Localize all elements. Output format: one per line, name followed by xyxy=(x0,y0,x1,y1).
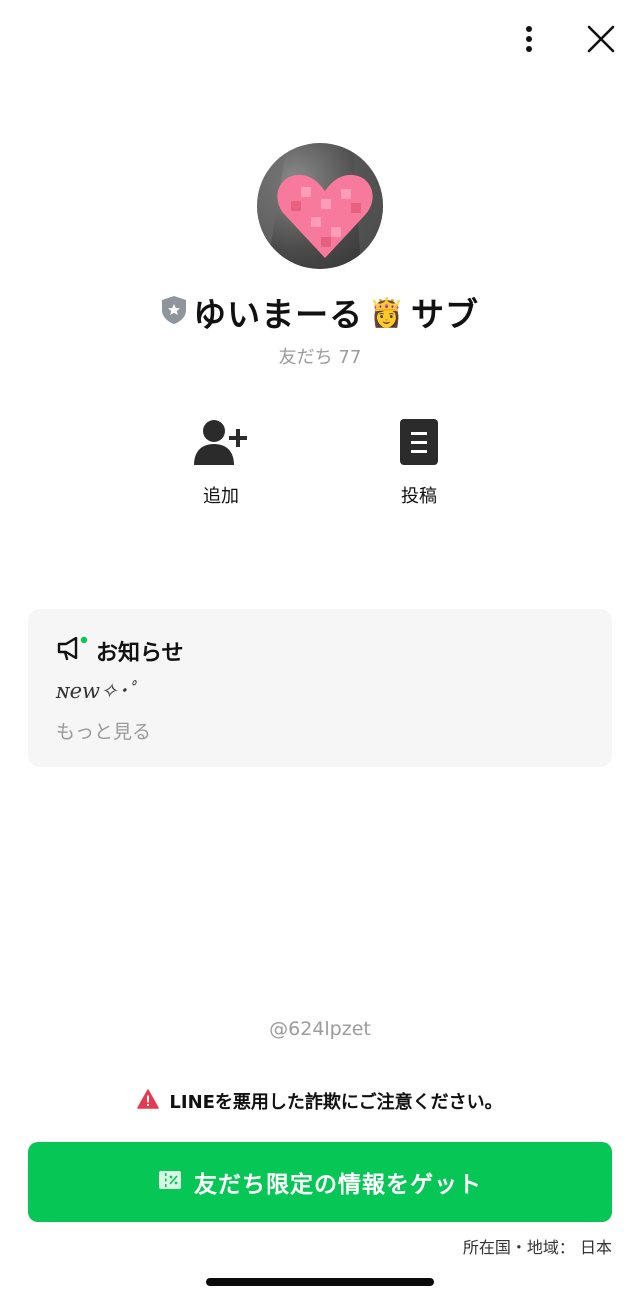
profile-name: ゆいまーる xyxy=(193,295,364,334)
coupon-icon xyxy=(158,1170,182,1194)
friends-count[interactable]: 友だち 77 xyxy=(0,343,640,369)
fraud-warning[interactable]: LINEを悪用した詐欺にご注意ください。 xyxy=(0,1088,640,1114)
notice-body: ɴew✧･ﾟ xyxy=(56,679,139,703)
posts-button[interactable]: 投稿 xyxy=(364,418,474,508)
top-actions xyxy=(512,22,618,56)
get-info-label: 友だち限定の情報をゲット xyxy=(194,1172,482,1198)
notice-more-link[interactable]: もっと見る xyxy=(56,717,151,744)
vertical-dots-icon[interactable] xyxy=(512,22,546,56)
notice-card[interactable]: お知らせ ɴew✧･ﾟ もっと見る xyxy=(28,609,612,767)
close-icon[interactable] xyxy=(584,22,618,56)
add-friend-label: 追加 xyxy=(203,486,239,507)
posts-label: 投稿 xyxy=(401,486,437,507)
home-indicator[interactable] xyxy=(206,1278,434,1286)
posts-icon xyxy=(399,418,439,470)
crown-emoji: 👸 xyxy=(369,295,405,329)
notice-header: お知らせ xyxy=(56,635,584,667)
profile-name-suffix: サブ xyxy=(410,295,479,334)
line-id: @624lpzet xyxy=(269,1018,371,1040)
profile-name-row: ゆいまーる 👸 サブ xyxy=(0,288,640,336)
add-friend-button[interactable]: 追加 xyxy=(166,418,276,508)
warning-icon xyxy=(137,1089,160,1113)
shield-badge-icon xyxy=(161,295,187,329)
region-info: 所在国・地域： 日本 xyxy=(462,1238,612,1257)
get-info-button[interactable]: 友だち限定の情報をゲット xyxy=(28,1142,612,1222)
notice-title: お知らせ xyxy=(96,641,184,666)
megaphone-icon xyxy=(56,636,88,666)
add-friend-icon xyxy=(194,418,248,470)
avatar[interactable] xyxy=(257,143,383,269)
warning-text: LINEを悪用した詐欺にご注意ください。 xyxy=(169,1092,503,1113)
